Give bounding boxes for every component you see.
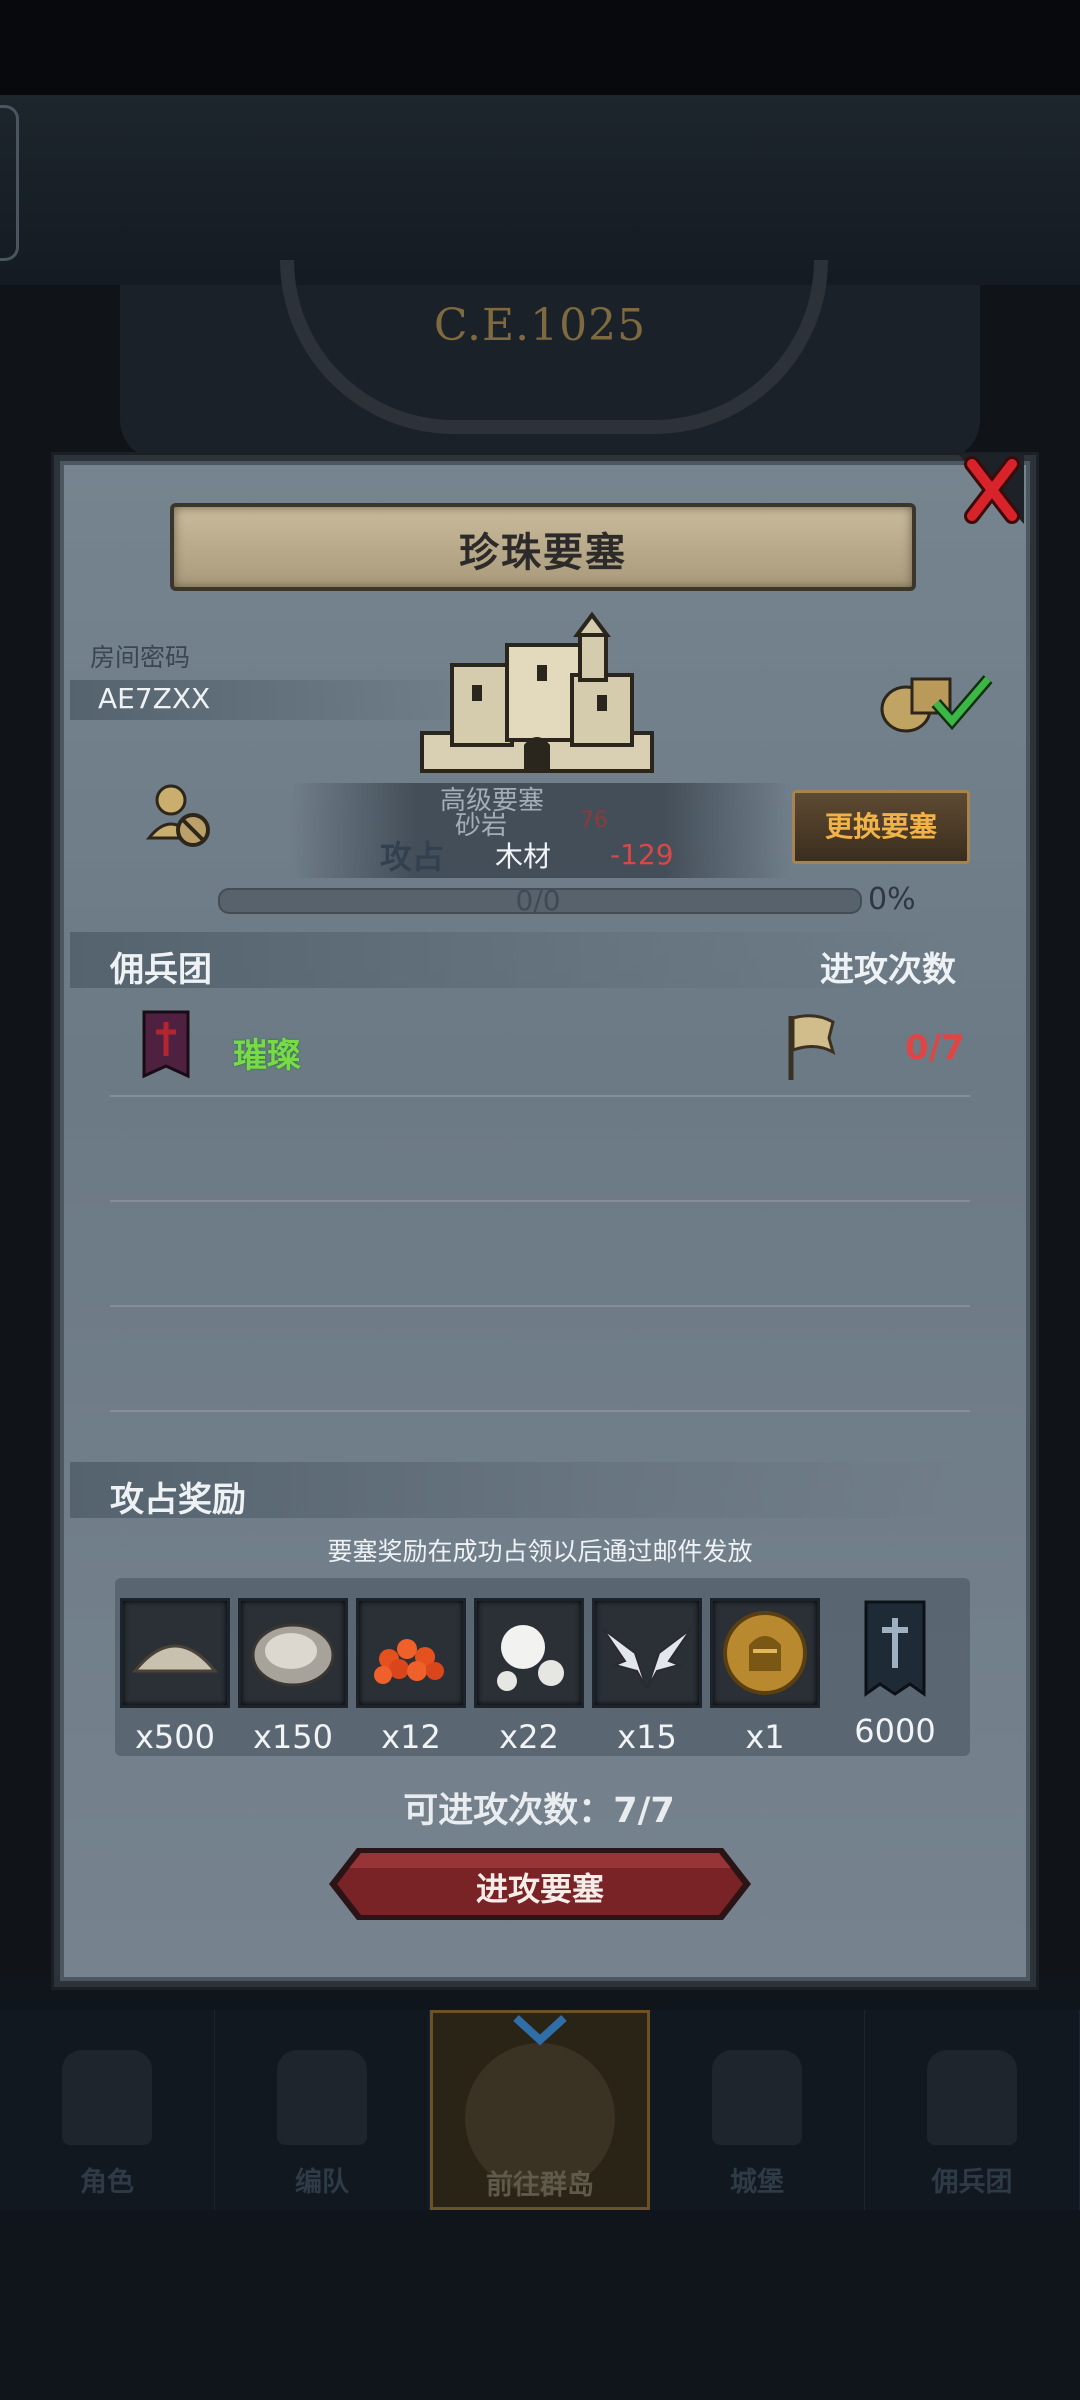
row-divider bbox=[110, 1410, 970, 1412]
nav-item-label: 角色 bbox=[80, 2167, 134, 2198]
mercenary-section-title: 佣兵团 bbox=[110, 950, 212, 990]
close-icon[interactable] bbox=[950, 450, 1030, 530]
fish-roe-icon bbox=[356, 1598, 466, 1708]
nav-item-formation[interactable]: 编队 bbox=[215, 2010, 430, 2210]
status-bar bbox=[0, 0, 1080, 95]
nav-item-mercenary[interactable]: 佣兵团 bbox=[865, 2010, 1080, 2210]
room-password-value: AE7ZXX bbox=[98, 682, 211, 715]
wings-emblem-icon bbox=[592, 1598, 702, 1708]
attack-count-header: 进攻次数 bbox=[820, 950, 956, 990]
reward-quantity: x150 bbox=[252, 1718, 333, 1756]
reward-quantity: x12 bbox=[381, 1718, 441, 1756]
reward-item[interactable]: x150 bbox=[238, 1598, 348, 1756]
reward-item[interactable]: x15 bbox=[592, 1598, 702, 1756]
nav-item-castle[interactable]: 城堡 bbox=[650, 2010, 865, 2210]
room-password-label: 房间密码 bbox=[90, 643, 191, 672]
occupy-label: 攻占 bbox=[380, 838, 445, 876]
nav-item-label: 前往群岛 bbox=[486, 2170, 594, 2201]
chevron-down-icon bbox=[513, 2015, 567, 2046]
reward-quantity: x1 bbox=[745, 1718, 785, 1756]
pearl-icon bbox=[474, 1598, 584, 1708]
background-year-label: C.E.1025 bbox=[433, 300, 647, 351]
attack-fortress-label: 进攻要塞 bbox=[475, 1870, 604, 1908]
attacks-remaining: 可进攻次数：7/7 bbox=[403, 1791, 675, 1831]
change-fortress-label: 更换要塞 bbox=[824, 810, 937, 843]
helmet-icon bbox=[277, 2050, 367, 2145]
nav-item-label: 佣兵团 bbox=[931, 2167, 1013, 2198]
side-tab-handle[interactable] bbox=[0, 105, 19, 261]
resource-sandstone-value: 76 bbox=[580, 808, 608, 833]
user-blocked-icon bbox=[145, 784, 210, 847]
nav-item-label: 编队 bbox=[295, 2167, 349, 2198]
occupation-progress-percent: 0% bbox=[868, 882, 916, 917]
oyster-icon bbox=[238, 1598, 348, 1708]
reward-quantity: 6000 bbox=[854, 1712, 936, 1750]
reward-note: 要塞奖励在成功占领以后通过邮件发放 bbox=[327, 1537, 753, 1566]
change-fortress-button[interactable]: 更换要塞 bbox=[792, 790, 970, 864]
warrior-icon bbox=[927, 2050, 1017, 2145]
background-header-panel bbox=[0, 95, 1080, 285]
reward-item[interactable]: x500 bbox=[120, 1598, 230, 1756]
row-divider bbox=[110, 1200, 970, 1202]
reward-item[interactable]: 6000 bbox=[840, 1598, 950, 1750]
page-title: 珍珠要塞 bbox=[459, 530, 627, 576]
reward-quantity: x500 bbox=[134, 1718, 215, 1756]
guild-banner-icon bbox=[142, 1010, 190, 1079]
occupation-progress-text: 0/0 bbox=[515, 884, 561, 917]
nav-item-label: 城堡 bbox=[730, 2167, 784, 2198]
row-divider bbox=[110, 1095, 970, 1097]
reward-quantity: x22 bbox=[499, 1718, 559, 1756]
resource-wood-label: 木材 bbox=[495, 840, 552, 873]
knight-icon bbox=[62, 2050, 152, 2145]
reward-item[interactable]: x22 bbox=[474, 1598, 584, 1756]
reward-item[interactable]: x1 bbox=[710, 1598, 820, 1756]
sand-pile-icon bbox=[120, 1598, 230, 1708]
flag-icon bbox=[788, 1014, 836, 1080]
row-divider bbox=[110, 1305, 970, 1307]
nav-item-character[interactable]: 角色 bbox=[0, 2010, 215, 2210]
fortress-castle-icon bbox=[420, 611, 654, 773]
castle-icon bbox=[712, 2050, 802, 2145]
reward-section-title: 攻占奖励 bbox=[110, 1480, 246, 1520]
knight-medal-icon bbox=[710, 1598, 820, 1708]
reward-item[interactable]: x12 bbox=[356, 1598, 466, 1756]
resource-bag-check-icon bbox=[880, 675, 993, 733]
guild-banner-icon bbox=[860, 1598, 930, 1702]
reward-quantity: x15 bbox=[617, 1718, 677, 1756]
mercenary-name: 璀璨 bbox=[233, 1036, 301, 1076]
resource-wood-value: -129 bbox=[610, 838, 674, 871]
mercenary-attack-count: 0/7 bbox=[905, 1028, 965, 1068]
